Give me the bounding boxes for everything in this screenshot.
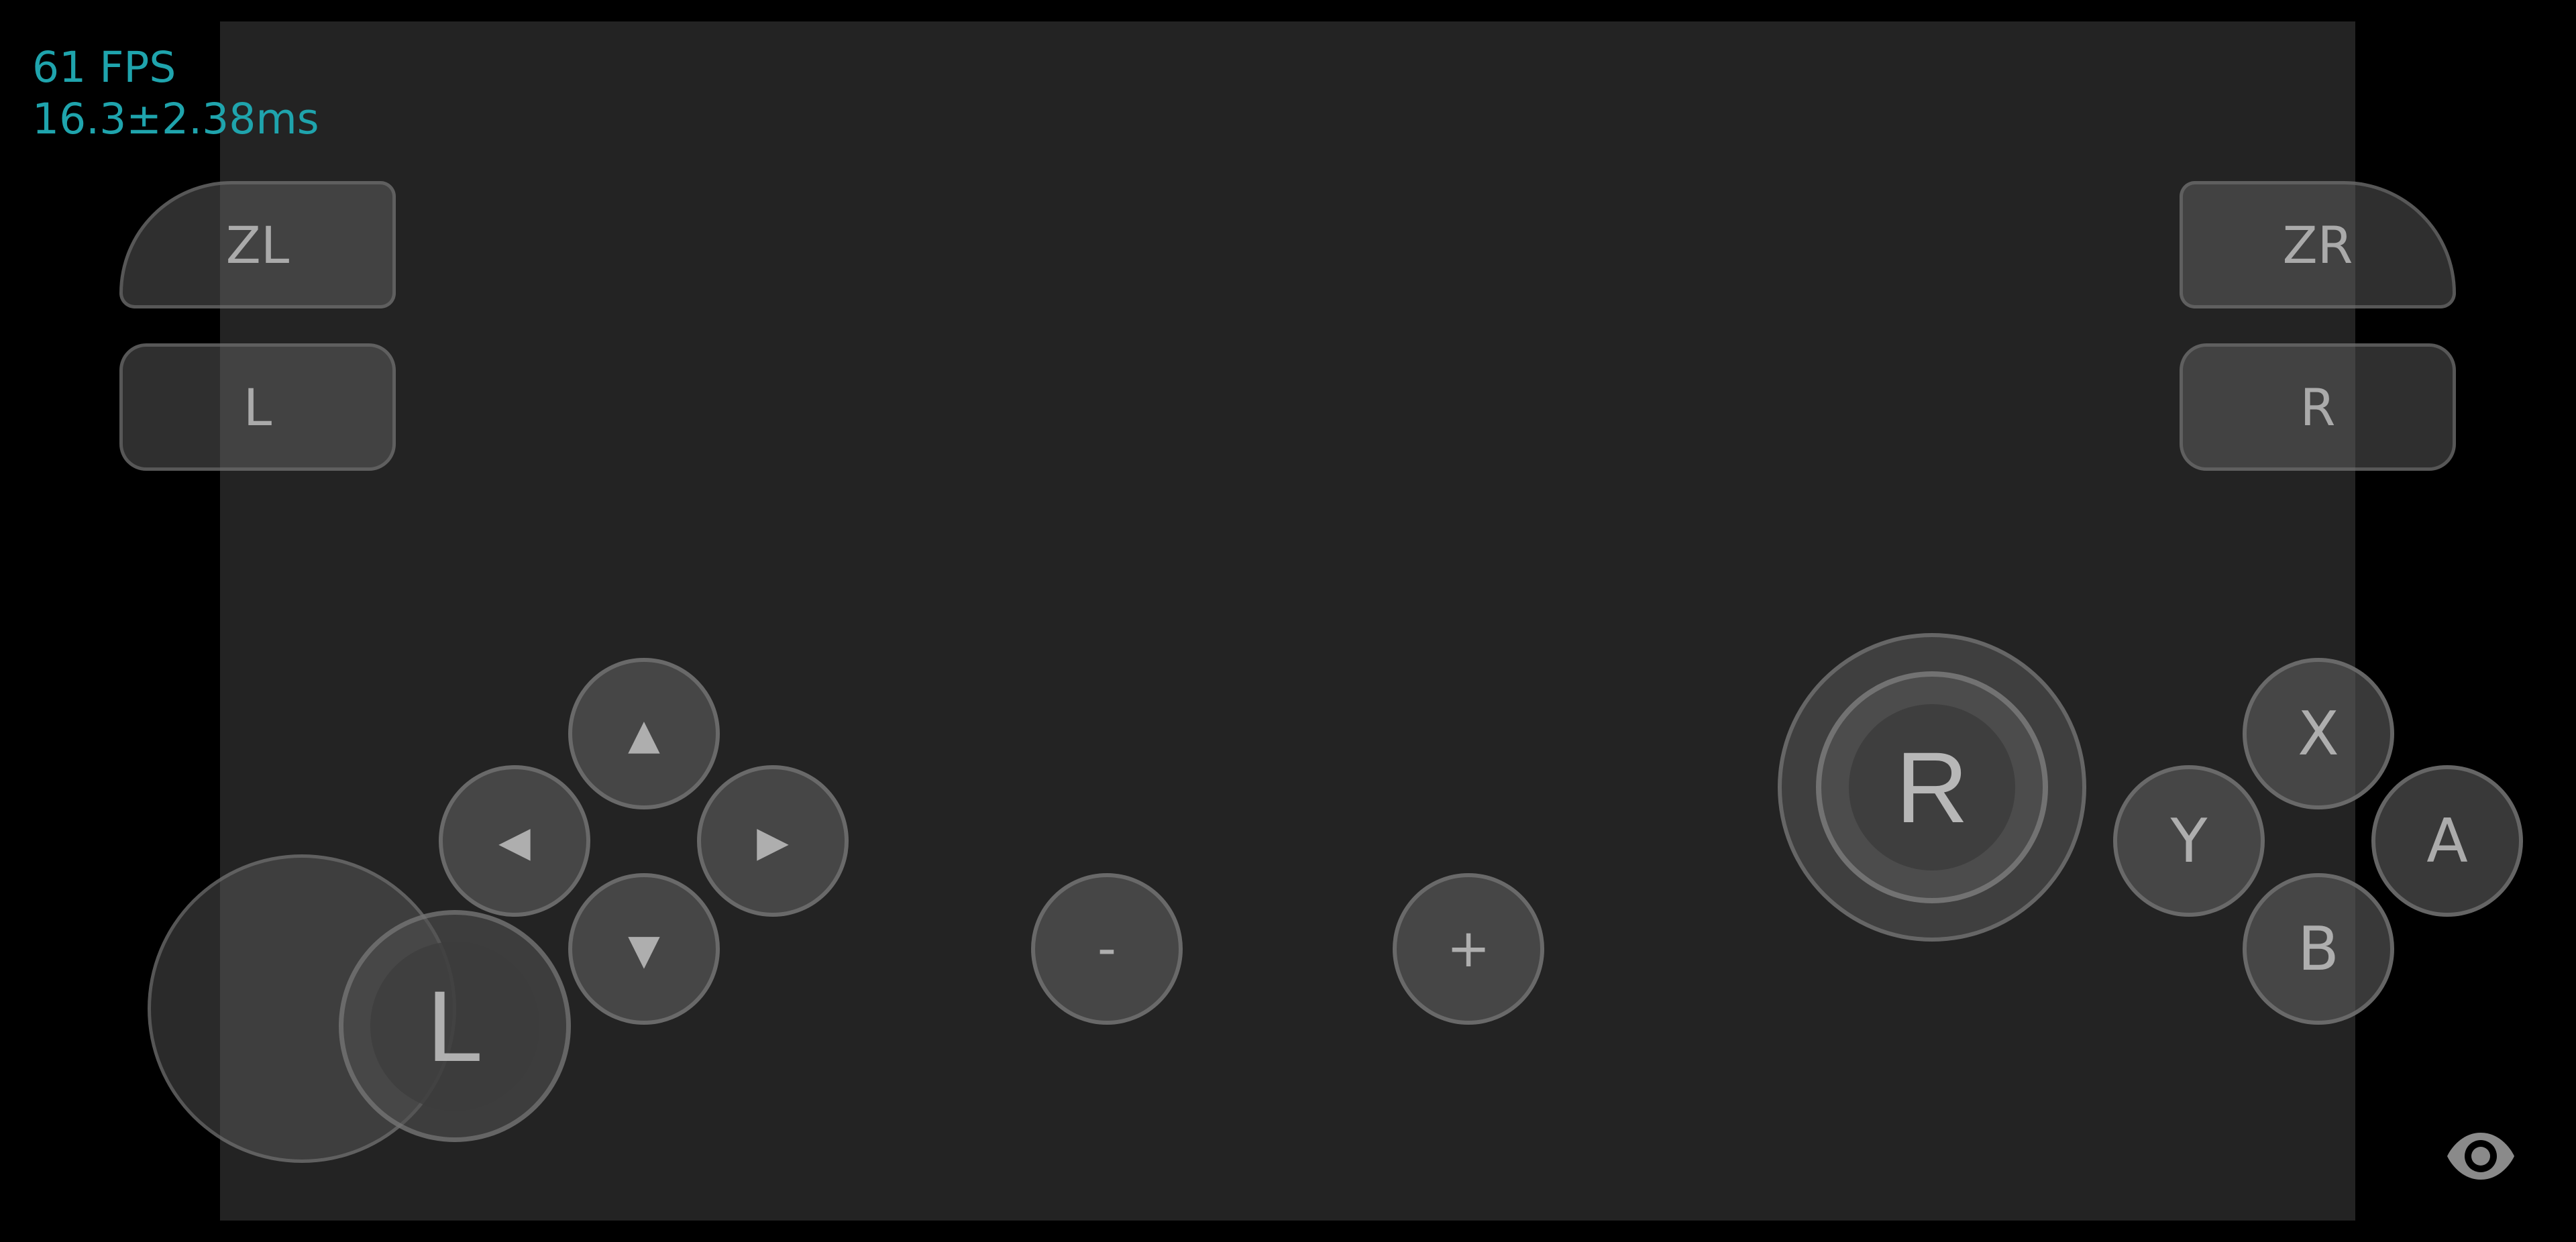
dpad-right-button[interactable]: ▶	[697, 765, 849, 917]
y-button[interactable]: Y	[2113, 765, 2265, 917]
y-label: Y	[2170, 805, 2208, 877]
r-button[interactable]: R	[2180, 343, 2456, 471]
x-label: X	[2298, 698, 2339, 769]
l-button[interactable]: L	[119, 343, 396, 471]
eye-icon[interactable]	[2445, 1129, 2516, 1184]
minus-label: -	[1097, 919, 1117, 979]
arrow-up-icon: ▲	[628, 709, 660, 758]
zl-button[interactable]: ZL	[119, 181, 396, 308]
b-button[interactable]: B	[2243, 873, 2394, 1025]
right-stick-label: R	[1849, 704, 2015, 870]
zl-label: ZL	[225, 215, 290, 275]
dpad-left-button[interactable]: ◀	[439, 765, 590, 917]
right-stick-base[interactable]: R	[1778, 633, 2086, 942]
fps-readout: 61 FPS	[32, 43, 176, 92]
performance-stats: 61 FPS 16.3±2.38ms	[32, 42, 319, 145]
a-label: A	[2426, 805, 2468, 877]
left-stick-knob[interactable]: L	[339, 910, 571, 1142]
a-button[interactable]: A	[2371, 765, 2523, 917]
b-label: B	[2298, 913, 2339, 984]
dpad-down-button[interactable]: ▼	[568, 873, 720, 1025]
frametime-readout: 16.3±2.38ms	[32, 95, 319, 144]
zr-button[interactable]: ZR	[2180, 181, 2456, 308]
dpad-up-button[interactable]: ▲	[568, 658, 720, 809]
arrow-left-icon: ◀	[498, 816, 531, 866]
x-button[interactable]: X	[2243, 658, 2394, 809]
zr-label: ZR	[2282, 215, 2353, 275]
minus-button[interactable]: -	[1031, 873, 1183, 1025]
r-label: R	[2300, 377, 2336, 437]
right-stick-knob[interactable]: R	[1816, 671, 2048, 903]
arrow-down-icon: ▼	[628, 924, 660, 974]
plus-button[interactable]: +	[1393, 873, 1544, 1025]
left-stick-label: L	[370, 942, 539, 1111]
plus-label: +	[1446, 919, 1491, 979]
arrow-right-icon: ▶	[757, 816, 789, 866]
l-label: L	[243, 377, 272, 437]
